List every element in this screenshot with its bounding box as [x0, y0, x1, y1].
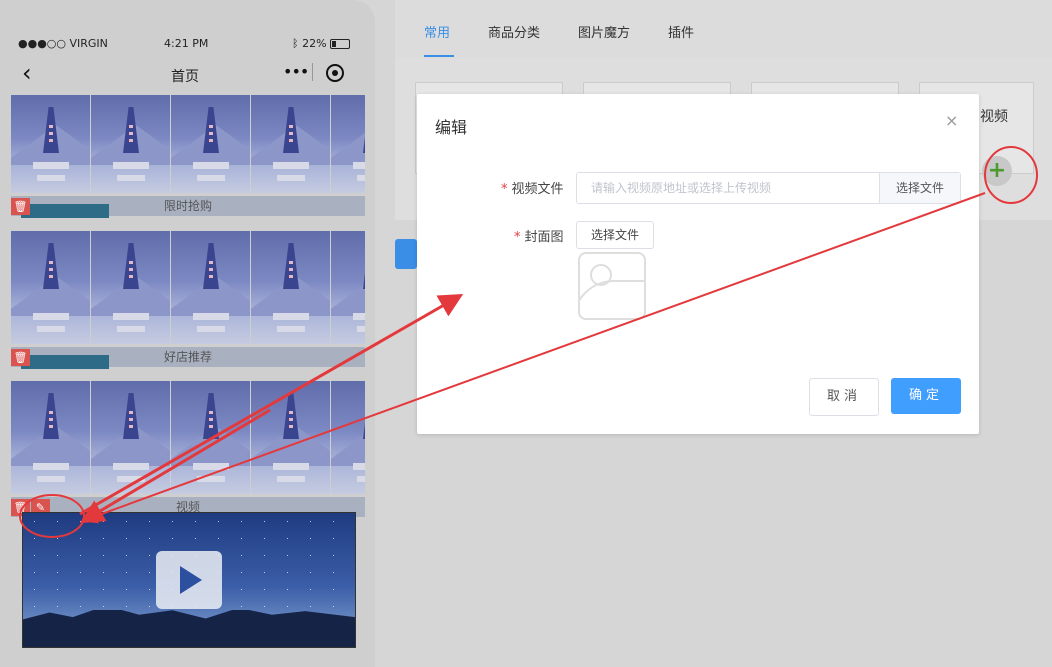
- block-label-recommended: 好店推荐: [11, 347, 365, 369]
- battery-percent: 22%: [302, 37, 327, 50]
- video-component-label: 视频: [980, 109, 1008, 125]
- grid-image: [171, 95, 250, 193]
- video-preview[interactable]: [22, 512, 356, 648]
- confirm-button[interactable]: 确定: [891, 378, 961, 414]
- cancel-button[interactable]: 取消: [809, 378, 879, 416]
- save-button[interactable]: [395, 239, 417, 269]
- image-grid-2[interactable]: [11, 231, 365, 344]
- status-bar: ●●●○○ VIRGIN 4:21 PM ᛒ 22%: [0, 30, 375, 54]
- trash-icon[interactable]: 🗑: [11, 349, 30, 366]
- grid-image: [331, 381, 365, 494]
- video-file-field: 选择文件: [576, 172, 961, 204]
- battery-indicator: ᛒ 22%: [292, 37, 350, 50]
- grid-image: [251, 95, 330, 193]
- block-label-text: 限时抢购: [163, 199, 212, 213]
- image-grid-3[interactable]: [11, 381, 365, 494]
- grid-image: [251, 381, 330, 494]
- grid-image: [11, 381, 90, 494]
- add-video-icon[interactable]: +: [982, 156, 1012, 186]
- page-title: 首页: [171, 69, 199, 85]
- image-grid-1[interactable]: [11, 95, 365, 193]
- grid-image: [331, 231, 365, 344]
- grid-image: [171, 231, 250, 344]
- close-icon[interactable]: ×: [945, 111, 958, 130]
- grid-image: [11, 95, 90, 193]
- phone-preview: ●●●○○ VIRGIN 4:21 PM ᛒ 22% ‹ 首页 ••• 限时抢购…: [0, 0, 375, 667]
- image-placeholder-icon[interactable]: [578, 252, 646, 320]
- tab-image-cube[interactable]: 图片魔方: [578, 22, 630, 41]
- play-icon[interactable]: [156, 551, 222, 609]
- choose-cover-button[interactable]: 选择文件: [576, 221, 654, 249]
- chevron-left-icon[interactable]: ‹: [22, 60, 32, 86]
- grid-image: [251, 231, 330, 344]
- tab-product-category[interactable]: 商品分类: [488, 22, 540, 41]
- active-tab-indicator: [424, 55, 454, 57]
- grid-image: [91, 95, 170, 193]
- battery-icon: [329, 39, 350, 49]
- video-url-input[interactable]: [577, 173, 879, 203]
- tab-plugins[interactable]: 插件: [668, 22, 694, 41]
- block-label-flash-sale: 限时抢购: [11, 196, 365, 218]
- grid-image: [11, 231, 90, 344]
- dialog-title: 编辑: [435, 118, 468, 137]
- more-icon[interactable]: •••: [283, 62, 309, 81]
- clock: 4:21 PM: [164, 37, 209, 50]
- grid-image: [331, 95, 365, 193]
- tab-common[interactable]: 常用: [424, 22, 450, 41]
- grid-image: [171, 381, 250, 494]
- target-icon[interactable]: [326, 64, 344, 82]
- trash-icon[interactable]: 🗑: [11, 198, 30, 215]
- choose-video-button[interactable]: 选择文件: [879, 173, 960, 203]
- block-label-text: 好店推荐: [163, 350, 212, 364]
- grid-image: [91, 381, 170, 494]
- grid-image: [91, 231, 170, 344]
- cover-label: * 封面图: [514, 230, 564, 245]
- edit-video-dialog: 编辑 × *视频文件 选择文件 *封面图 选择文件 取消 确定: [417, 94, 979, 434]
- mini-program-nav: ‹ 首页 •••: [0, 58, 375, 92]
- video-file-label: * 视频文件: [501, 182, 564, 197]
- carrier-label: ●●●○○ VIRGIN: [18, 37, 108, 50]
- bluetooth-icon: ᛒ: [292, 37, 299, 50]
- component-tabs: 常用 商品分类 图片魔方 插件: [395, 0, 1052, 58]
- nav-divider: [312, 63, 313, 81]
